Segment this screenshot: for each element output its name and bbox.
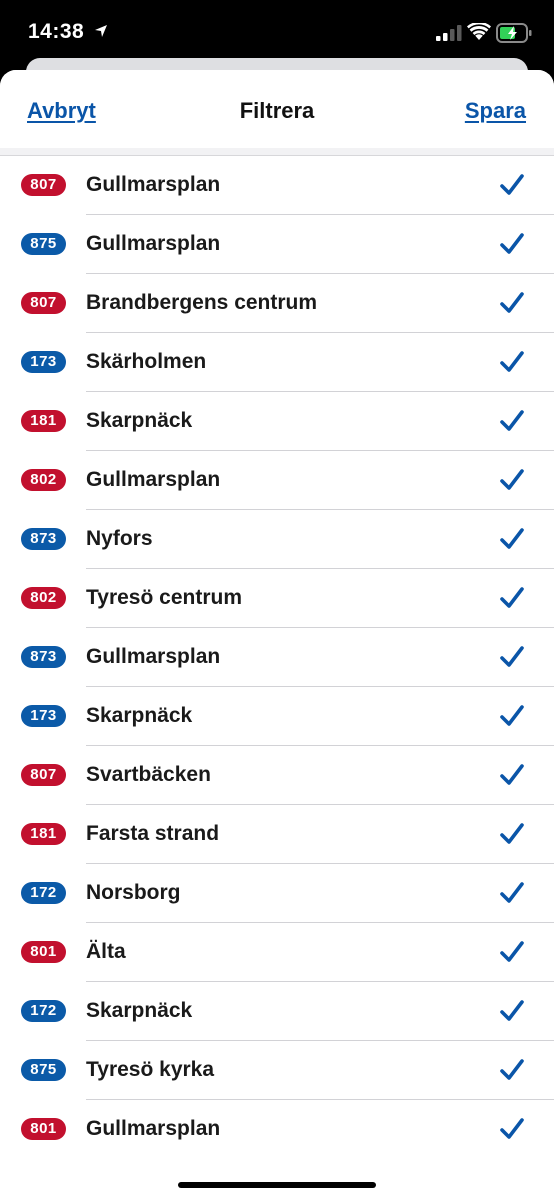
checkmark-icon[interactable] [499,291,525,320]
filter-sheet: Avbryt Filtrera Spara 807 Gullmarsplan 875… [0,70,554,1200]
route-row[interactable]: 173 Skarpnäck [0,687,554,746]
checkmark-icon[interactable] [499,468,525,497]
route-row[interactable]: 801 Älta [0,923,554,982]
route-row[interactable]: 875 Tyresö kyrka [0,1041,554,1100]
destination-label: Skarpnäck [86,999,193,1022]
route-row[interactable]: 181 Farsta strand [0,805,554,864]
route-row[interactable]: 801 Gullmarsplan [0,1100,554,1159]
line-badge: 807 [21,764,66,786]
route-row[interactable]: 807 Svartbäcken [0,746,554,805]
battery-charging-icon [496,23,532,48]
checkmark-icon[interactable] [499,881,525,910]
line-badge: 802 [21,587,66,609]
line-badge: 801 [21,941,66,963]
destination-label: Norsborg [86,881,181,904]
destination-label: Gullmarsplan [86,645,221,668]
destination-label: Tyresö kyrka [86,1058,215,1081]
checkmark-icon[interactable] [499,350,525,379]
destination-label: Gullmarsplan [86,232,221,255]
line-badge: 873 [21,646,66,668]
checkmark-icon[interactable] [499,173,525,202]
destination-label: Tyresö centrum [86,586,242,609]
line-badge: 173 [21,705,66,727]
route-row[interactable]: 807 Gullmarsplan [0,156,554,215]
destination-label: Gullmarsplan [86,173,221,196]
line-badge: 802 [21,469,66,491]
checkmark-icon[interactable] [499,527,525,556]
line-badge: 873 [21,528,66,550]
route-row[interactable]: 802 Tyresö centrum [0,569,554,628]
route-row[interactable]: 875 Gullmarsplan [0,215,554,274]
route-row[interactable]: 873 Nyfors [0,510,554,569]
home-indicator [178,1182,376,1188]
line-badge: 807 [21,174,66,196]
line-badge: 801 [21,1118,66,1140]
route-row[interactable]: 802 Gullmarsplan [0,451,554,510]
line-badge: 181 [21,410,66,432]
line-badge: 172 [21,882,66,904]
cellular-signal-icon [436,25,462,46]
nav-bar: Avbryt Filtrera Spara [0,70,554,148]
checkmark-icon[interactable] [499,763,525,792]
destination-label: Svartbäcken [86,763,211,786]
route-row[interactable]: 172 Skarpnäck [0,982,554,1041]
checkmark-icon[interactable] [499,940,525,969]
line-badge: 172 [21,1000,66,1022]
checkmark-icon[interactable] [499,645,525,674]
nav-divider [0,148,554,156]
checkmark-icon[interactable] [499,1058,525,1087]
route-row[interactable]: 172 Norsborg [0,864,554,923]
destination-label: Gullmarsplan [86,1117,221,1140]
checkmark-icon[interactable] [499,822,525,851]
status-time: 14:38 [28,20,85,43]
route-row[interactable]: 873 Gullmarsplan [0,628,554,687]
line-badge: 173 [21,351,66,373]
checkmark-icon[interactable] [499,586,525,615]
location-arrow-icon [94,24,108,43]
destination-label: Skärholmen [86,350,207,373]
line-badge: 875 [21,1059,66,1081]
destination-label: Nyfors [86,527,153,550]
destination-label: Skarpnäck [86,409,193,432]
checkmark-icon[interactable] [499,409,525,438]
destination-label: Brandbergens centrum [86,291,318,314]
line-badge: 807 [21,292,66,314]
save-button[interactable]: Spara [465,98,526,124]
route-row[interactable]: 173 Skärholmen [0,333,554,392]
checkmark-icon[interactable] [499,999,525,1028]
checkmark-icon[interactable] [499,232,525,261]
line-badge: 181 [21,823,66,845]
route-list: 807 Gullmarsplan 875 Gullmarsplan 807 Brandbe… [0,156,554,1159]
checkmark-icon[interactable] [499,1117,525,1146]
destination-label: Farsta strand [86,822,220,845]
route-row[interactable]: 807 Brandbergens centrum [0,274,554,333]
destination-label: Älta [86,940,126,963]
destination-label: Skarpnäck [86,704,193,727]
line-badge: 875 [21,233,66,255]
wifi-icon [467,21,491,46]
destination-label: Gullmarsplan [86,468,221,491]
checkmark-icon[interactable] [499,704,525,733]
route-row[interactable]: 181 Skarpnäck [0,392,554,451]
